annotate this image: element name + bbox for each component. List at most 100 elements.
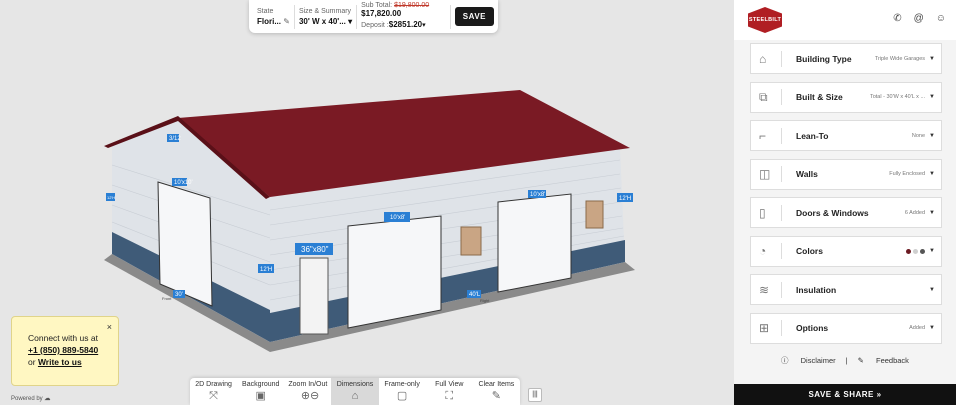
color-swatch [913, 248, 919, 254]
chevron-down-icon: ▼ [929, 286, 935, 293]
tool-full-view[interactable]: Full View ⛶ [426, 378, 473, 405]
menu-item-label: Colors [796, 246, 823, 256]
width-label: 30' [175, 292, 183, 298]
chevron-down-icon: ▼ [929, 209, 935, 216]
size-summary-dropdown[interactable]: Size & Summary 30' W x 40'... ▾ [295, 4, 358, 29]
config-menu: ⌂ Building Type Triple Wide Garages ▼ ⧉ Built… [734, 40, 956, 344]
menu-item-building-type[interactable]: ⌂ Building Type Triple Wide Garages ▼ [750, 43, 942, 74]
close-icon[interactable]: × [107, 321, 112, 333]
pitch-label: 3/12 [169, 136, 181, 142]
menu-item-doors-windows[interactable]: ▯ Doors & Windows 6 Added ▼ [750, 197, 942, 228]
3d-viewport[interactable]: 3/12 10'x10' 36"x80" 10'x8' 10'x8' 12'H … [0, 0, 734, 405]
menu-item-label: Lean-To [796, 130, 829, 141]
menu-item-label: Doors & Windows [796, 207, 869, 218]
vendor-logo-icon: ☁ [44, 396, 51, 402]
disclaimer-link[interactable]: ⓘ Disclaimer [776, 356, 841, 365]
info-icon: ⓘ [781, 356, 789, 365]
lean-to-icon: ⌐ [759, 127, 782, 144]
chevron-down-icon: ▼ [929, 171, 935, 177]
menu-item-walls[interactable]: ◫ Walls Fully Enclosed ▼ [750, 158, 942, 190]
background-icon: ▣ [255, 390, 266, 402]
size-icon: ⧉ [759, 89, 782, 105]
subtotal-row: Sub Total: $19,800.00 $17,820.00 [361, 2, 430, 18]
menu-item-value: None [911, 132, 926, 139]
chevron-down-icon: ▼ [929, 248, 935, 254]
user-icon[interactable]: ☺ [936, 13, 946, 24]
save-share-button[interactable]: SAVE & SHARE » [734, 384, 956, 405]
dimensions-icon: ⌂ [351, 390, 359, 402]
feedback-link[interactable]: ✎ Feedback [853, 356, 914, 365]
tool-label: Background [242, 381, 280, 388]
side-rollup-door-2 [497, 193, 572, 293]
price-summary[interactable]: Sub Total: $19,800.00 $17,820.00 Deposit… [357, 2, 451, 29]
connect-text: Connect with us at [28, 333, 98, 343]
phone-link[interactable]: +1 (850) 889-5840 [28, 345, 98, 355]
frame-icon: ▢ [396, 390, 408, 402]
state-selector[interactable]: State Flori... ✎ [253, 4, 295, 29]
chevron-down-icon: ▼ [929, 55, 935, 62]
menu-item-value: Added [909, 325, 926, 331]
menu-item-insulation[interactable]: ≋ Insulation ▼ [750, 274, 942, 305]
menu-item-value: Total - 30'W x 40'L x ... [869, 94, 926, 100]
state-label: State [257, 7, 274, 15]
tool-background[interactable]: Background ▣ [237, 378, 284, 405]
save-button[interactable]: SAVE [454, 7, 494, 26]
tool-2d-drawing[interactable]: 2D Drawing ⤧ [190, 378, 237, 405]
menu-item-colors[interactable]: ◔ Colors ▼ [750, 235, 942, 267]
color-swatch [920, 248, 926, 254]
tool-zoom[interactable]: Zoom In/Out ⊕⊖ [284, 378, 331, 405]
toolbar-toggle-icon[interactable]: ||| [528, 388, 542, 402]
tool-label: Full View [435, 381, 464, 388]
new-price: $17,820.00 [361, 9, 402, 18]
email-icon[interactable]: @ [914, 13, 924, 24]
brand-logo[interactable]: STEELBILT [748, 7, 782, 33]
menu-item-lean-to[interactable]: ⌐ Lean-To None ▼ [750, 120, 942, 151]
side-door-label-1: 10'x8' [390, 215, 405, 221]
powered-by: Powered by ☁ [11, 396, 51, 402]
color-swatch [906, 248, 912, 254]
menu-item-built-size[interactable]: ⧉ Built & Size Total - 30'W x 40'L x ... ▼ [750, 81, 942, 113]
size-label: Size & Summary [298, 7, 352, 15]
feedback-icon: ✎ [857, 356, 864, 365]
front-side-label: Front [162, 296, 172, 301]
chevron-down-icon: ▼ [929, 94, 935, 100]
menu-item-options[interactable]: ⊞ Options Added ▼ [750, 312, 942, 344]
menu-item-label: Built & Size [796, 92, 843, 102]
chevron-down-icon: ▼ [929, 132, 935, 139]
tool-clear[interactable]: Clear Items ✎ [473, 378, 520, 405]
chevron-down-icon: ▾ [422, 22, 426, 29]
deposit-value: $2851.20 [388, 20, 423, 29]
right-side-label: Right [480, 298, 490, 303]
or-text: or [28, 357, 36, 367]
insulation-icon: ≋ [759, 281, 782, 298]
old-price: $19,800.00 [394, 2, 430, 9]
phone-icon[interactable]: ✆ [893, 13, 901, 24]
options-icon: ⊞ [759, 320, 782, 336]
menu-item-label: Building Type [796, 53, 852, 64]
color-swatches [906, 248, 926, 254]
sidebar-footer: ⓘ Disclaimer | ✎ Feedback [734, 355, 956, 366]
height-label-front: 12'H [260, 267, 272, 273]
tool-label: Clear Items [478, 381, 515, 388]
write-to-us-link[interactable]: Write to us [38, 357, 82, 367]
palette-icon: ◔ [759, 243, 782, 259]
doors-icon: ▯ [759, 204, 782, 221]
side-door-label-2: 10'x8' [530, 192, 545, 198]
clear-icon: ✎ [491, 390, 502, 402]
chevron-down-icon: ▼ [929, 325, 935, 331]
config-sidebar: STEELBILT ✆ @ ☺ ⌂ Building Type Triple Wid… [734, 0, 956, 405]
walk-door-label: 36"x80" [301, 245, 329, 254]
tool-frame[interactable]: Frame-only ▢ [379, 378, 426, 405]
window-2 [585, 200, 604, 229]
tool-dimensions[interactable]: Dimensions ⌂ [331, 378, 379, 405]
walls-icon: ◫ [759, 166, 782, 182]
front-door-label: 10'x10' [174, 180, 193, 186]
summary-bar: State Flori... ✎ Size & Summary 30' W x … [249, 0, 498, 33]
menu-item-label: Insulation [796, 284, 837, 295]
menu-item-value: Fully Enclosed [889, 171, 926, 177]
edit-icon[interactable]: ✎ [283, 17, 290, 26]
height-label-right: 12'H [619, 196, 631, 202]
deposit-row: Deposit :$2851.20▾ [361, 20, 426, 29]
menu-item-label: Options [796, 323, 829, 333]
tool-label: 2D Drawing [195, 381, 232, 388]
